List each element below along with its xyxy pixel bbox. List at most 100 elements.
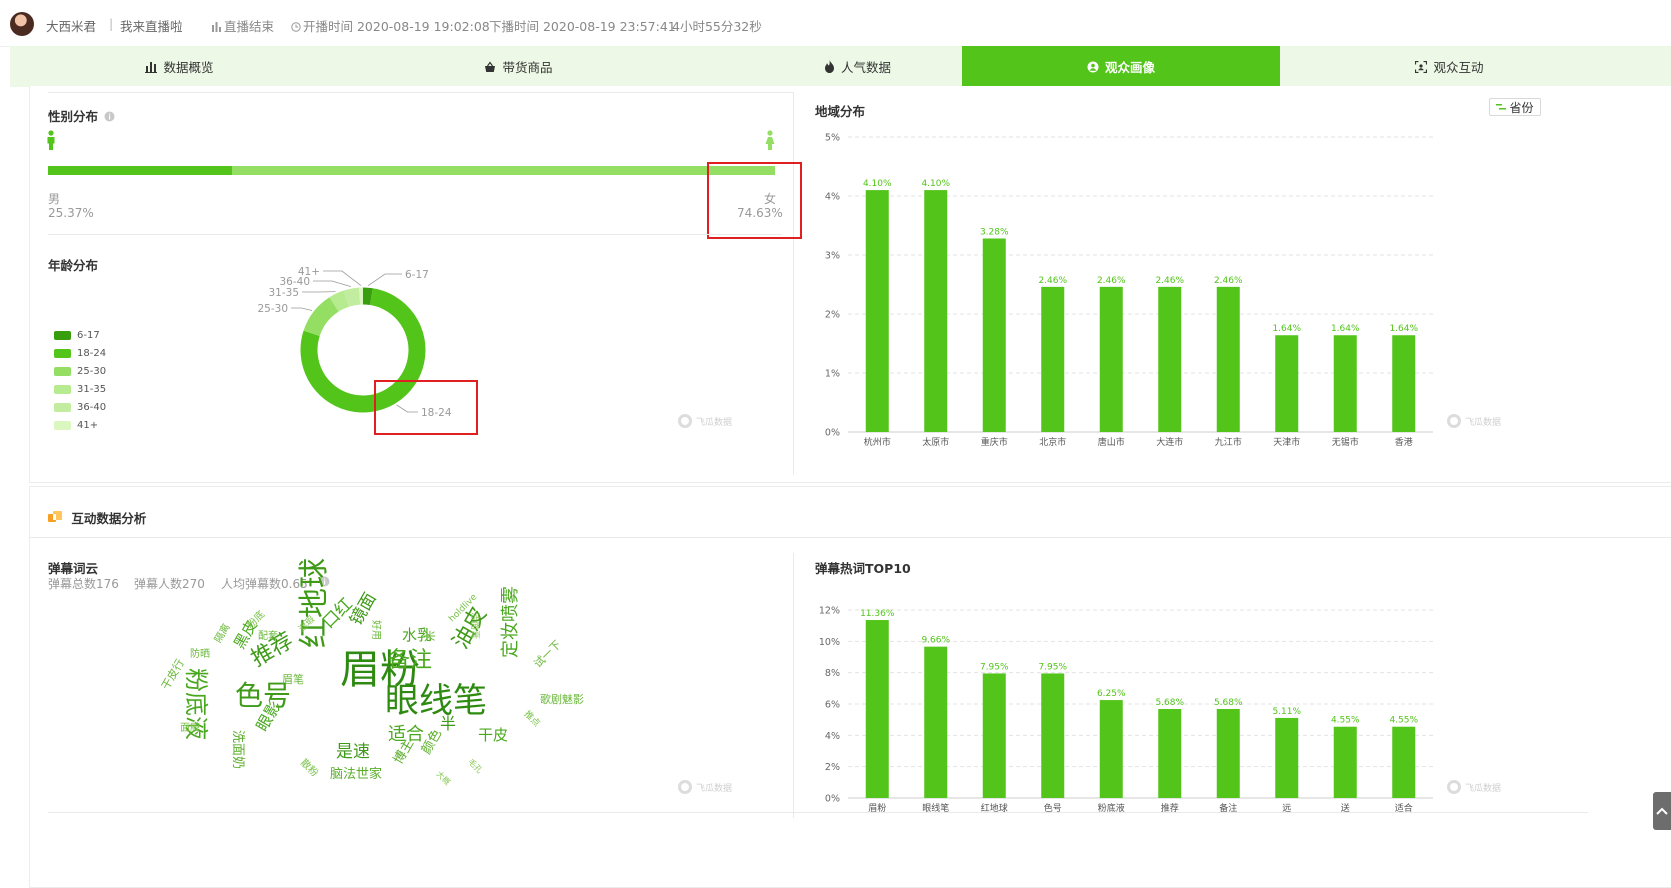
bar-value-label: 4.55% (1331, 716, 1360, 726)
bar-value-label: 5.11% (1272, 707, 1301, 717)
age-legend-31-35-label: 31-35 (77, 384, 106, 395)
bar-天津市[interactable] (1275, 335, 1298, 432)
bar-value-label: 1.64% (1389, 324, 1418, 334)
bar-大连市[interactable] (1158, 287, 1181, 432)
tab-overview[interactable]: 数据概览 (10, 46, 349, 87)
y-tick-label: 12% (819, 606, 840, 617)
interaction-title: 互动数据分析 (48, 508, 146, 527)
stream-end-time: 下播时间 2020-08-19 23:57:41 (489, 16, 676, 35)
bar-远[interactable] (1275, 718, 1298, 798)
x-tick-label: 杭州市 (864, 436, 891, 448)
age-legend-36-40[interactable]: 36-40 (54, 401, 106, 413)
tab-audience-portrait-label: 观众画像 (1105, 57, 1155, 76)
tab-products[interactable]: 带货商品 (349, 46, 688, 87)
danmaku-total: 弹幕总数176 (48, 575, 119, 592)
bar-杭州市[interactable] (866, 190, 889, 432)
age-legend-6-17[interactable]: 6-17 (54, 329, 100, 341)
interaction-title-text: 互动数据分析 (71, 511, 146, 526)
gender-bar-male-fill (48, 166, 232, 175)
bar-value-label: 7.95% (980, 662, 1009, 672)
bar-眉粉[interactable] (866, 620, 889, 798)
watermark-age-text: 飞瓜数据 (696, 418, 732, 428)
bar-色号[interactable] (1041, 673, 1064, 798)
bar-无锡市[interactable] (1334, 335, 1357, 432)
bar-红地球[interactable] (983, 673, 1006, 798)
bar-value-label: 9.66% (921, 636, 950, 646)
x-tick-label: 大连市 (1156, 436, 1183, 448)
stream-duration: 4小时55分32秒 (672, 16, 762, 35)
stream-header: 大西米君 | 我来直播啦 直播结束 开播时间 2020-08-19 19:02:… (0, 0, 1671, 47)
age-slice-31-35[interactable] (334, 299, 346, 305)
bar-眼线笔[interactable] (924, 647, 947, 798)
age-callout-label: 41+ (298, 266, 320, 278)
word-cloud-term: 半 (440, 716, 456, 732)
age-legend-31-35[interactable]: 31-35 (54, 383, 106, 395)
word-cloud-term: 洁面膏 (469, 612, 478, 639)
bar-value-label: 5.68% (1214, 698, 1243, 708)
info-icon[interactable] (104, 111, 115, 122)
tab-audience-interaction-label: 观众互动 (1433, 57, 1483, 76)
x-tick-label: 红地球 (981, 802, 1008, 814)
scan-face-icon (1415, 61, 1427, 73)
bar-推荐[interactable] (1158, 709, 1181, 798)
age-slice-36-40[interactable] (346, 296, 359, 299)
bar-适合[interactable] (1392, 727, 1415, 798)
tab-audience-interaction[interactable]: 观众互动 (1280, 46, 1619, 87)
bar-value-label: 2.46% (1155, 276, 1184, 286)
bar-九江市[interactable] (1217, 287, 1240, 432)
y-tick-label: 2% (825, 762, 840, 773)
x-tick-label: 粉底液 (1098, 802, 1125, 814)
upper-column-divider (793, 92, 794, 475)
bar-备注[interactable] (1217, 709, 1240, 798)
bar-重庆市[interactable] (983, 238, 1006, 432)
watermark-cloud: 飞瓜数据 (678, 780, 732, 794)
word-cloud-term: 试一下 (532, 639, 563, 670)
bar-北京市[interactable] (1041, 287, 1064, 432)
tab-audience-portrait[interactable]: 观众画像 (962, 46, 1280, 87)
word-cloud-term: 是速 (336, 744, 370, 761)
y-tick-label: 10% (819, 637, 840, 648)
word-cloud-term: 毛孔 (466, 758, 483, 775)
age-legend-6-17-label: 6-17 (77, 330, 100, 341)
x-tick-label: 太原市 (922, 436, 949, 448)
streamer-avatar[interactable] (10, 12, 34, 36)
age-callout-line (291, 308, 312, 310)
age-callout-label: 6-17 (405, 269, 429, 281)
bar-太原市[interactable] (924, 190, 947, 432)
danmaku-top10-bar-chart: 0%2%4%6%8%10%12%11.36%眉粉9.66%眼线笔7.95%红地球… (808, 598, 1448, 818)
scroll-to-top-button[interactable] (1653, 792, 1671, 830)
x-tick-label: 眼线笔 (922, 802, 949, 814)
bar-粉底液[interactable] (1100, 700, 1123, 798)
age-legend-41plus[interactable]: 41+ (54, 419, 98, 431)
bar-chart-icon (145, 61, 157, 73)
y-tick-label: 4% (825, 192, 840, 203)
shopping-basket-icon (484, 61, 496, 73)
word-cloud-term: 好用 (370, 620, 380, 640)
tab-popularity-label: 人气数据 (841, 57, 891, 76)
bar-送[interactable] (1334, 727, 1357, 798)
age-slice-25-30[interactable] (312, 304, 334, 333)
gender-title-text: 性别分布 (48, 109, 98, 124)
bar-value-label: 7.95% (1038, 662, 1067, 672)
province-toggle-button[interactable]: 省份 (1489, 98, 1541, 116)
male-label: 男 (48, 190, 60, 207)
bar-value-label: 2.46% (1097, 276, 1126, 286)
x-tick-label: 送 (1341, 802, 1350, 814)
x-tick-label: 色号 (1044, 802, 1062, 814)
age-legend-18-24[interactable]: 18-24 (54, 347, 106, 359)
streamer-name[interactable]: 大西米君 (46, 16, 96, 35)
word-cloud-term: 干皮 (478, 728, 508, 743)
chevron-up-icon (1653, 792, 1671, 830)
x-tick-label: 推荐 (1161, 802, 1179, 814)
bar-value-label: 5.68% (1155, 698, 1184, 708)
age-callout-line (368, 274, 402, 286)
x-tick-label: 远 (1282, 803, 1291, 814)
bars-status-icon (212, 22, 221, 32)
age-legend-25-30[interactable]: 25-30 (54, 365, 106, 377)
bar-香港[interactable] (1392, 335, 1415, 432)
watermark-top10: 飞瓜数据 (1447, 780, 1501, 794)
age-slice-6-17[interactable] (363, 296, 371, 297)
bar-唐山市[interactable] (1100, 287, 1123, 432)
x-tick-label: 天津市 (1273, 436, 1300, 448)
word-cloud-term: 红地球 (300, 558, 330, 648)
